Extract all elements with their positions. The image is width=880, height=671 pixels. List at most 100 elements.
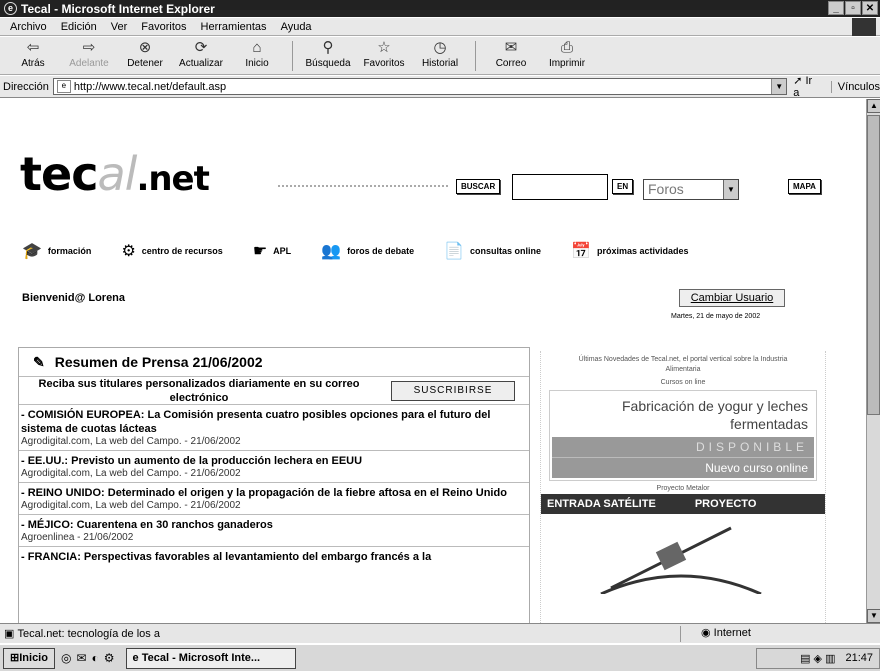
newspaper-icon: ✎ (33, 353, 45, 370)
course-title: Fabricación de yogur y leches fermentada… (622, 398, 808, 432)
nav-proximas[interactable]: 📅 próximas actividades (571, 241, 688, 261)
taskbar-item-ie[interactable]: e Tecal - Microsoft Inte... (125, 647, 296, 669)
stop-icon: ⊗ (138, 39, 152, 56)
status-text: Tecal.net: tecnología de los a (17, 627, 160, 640)
document-icon: 📄 (444, 243, 465, 260)
news-headline[interactable]: - FRANCIA: Perspectivas favorables al le… (21, 550, 527, 564)
address-label: Dirección (3, 80, 49, 93)
page-icon: e (56, 80, 71, 93)
menu-favoritos[interactable]: Favoritos (141, 21, 186, 33)
toolbar-separator (292, 41, 293, 71)
en-button[interactable]: EN (612, 179, 634, 194)
news-item[interactable]: - MÉJICO: Cuarentena en 30 ranchos ganad… (19, 514, 529, 546)
search-icon: ⚲ (322, 39, 334, 56)
news-source: Agrodigital.com, La web del Campo. - 21/… (21, 436, 241, 447)
forward-button[interactable]: ⇨ Adelante (64, 38, 114, 74)
menu-ayuda[interactable]: Ayuda (281, 21, 312, 33)
taskbar: ⊞Inicio ◎✉◐⚙ e Tecal - Microsoft Inte...… (0, 644, 880, 671)
news-headline[interactable]: - EE.UU.: Previsto un aumento de la prod… (21, 454, 527, 468)
links-button[interactable]: Vínculos (830, 80, 880, 93)
minimize-button[interactable]: _ (828, 1, 844, 15)
quick-launch[interactable]: ◎✉◐⚙ (61, 651, 120, 665)
news-headline[interactable]: - COMISIÓN EUROPEA: La Comisión presenta… (21, 408, 527, 436)
back-button[interactable]: ⇦ Atrás (8, 38, 58, 74)
nav-foros[interactable]: 👥 foros de debate (321, 241, 414, 261)
new-course-label: Nuevo curso online (552, 457, 814, 478)
address-input[interactable]: e http://www.tecal.net/default.asp ▼ (52, 78, 788, 95)
back-label: Atrás (21, 58, 45, 69)
entrada-label: ENTRADA SATÉLITE (547, 498, 656, 510)
course-banner[interactable]: Fabricación de yogur y leches fermentada… (549, 390, 817, 481)
nav-apl[interactable]: ☛ APL (253, 241, 291, 261)
available-label: DISPONIBLE (552, 437, 814, 457)
buscar-button[interactable]: BUSCAR (456, 179, 501, 194)
nav-centro-recursos[interactable]: ⚙ centro de recursos (121, 241, 222, 261)
task-label: Tecal - Microsoft Inte... (141, 651, 261, 664)
news-headline[interactable]: - MÉJICO: Cuarentena en 30 ranchos ganad… (21, 518, 527, 532)
site-logo[interactable]: tecal.net (20, 149, 210, 204)
history-icon: ◷ (433, 39, 447, 56)
mail-icon: ✉ (504, 39, 518, 56)
search-button[interactable]: ⚲ Búsqueda (303, 38, 353, 74)
mail-button[interactable]: ✉ Correo (486, 38, 536, 74)
scroll-down-icon[interactable]: ▼ (867, 609, 880, 623)
nav-consultas[interactable]: 📄 consultas online (444, 241, 541, 261)
menu-ver[interactable]: Ver (111, 21, 128, 33)
graduation-cap-icon: 🎓 (22, 243, 42, 260)
search-label: Búsqueda (305, 58, 351, 69)
change-user-button[interactable]: Cambiar Usuario (679, 289, 785, 307)
toolbar-separator (475, 41, 476, 71)
close-button[interactable]: ✕ (862, 1, 878, 15)
maximize-button[interactable]: ▫ (845, 1, 861, 15)
page-content: tecal.net BUSCAR EN Foros ▼ MAPA 🎓 formac… (0, 99, 866, 623)
satellite-image[interactable] (541, 514, 825, 594)
menu-edicion[interactable]: Edición (61, 21, 97, 33)
hand-icon: ☛ (252, 243, 268, 260)
menu-herramientas[interactable]: Herramientas (201, 21, 267, 33)
foros-select[interactable]: Foros ▼ (643, 179, 739, 200)
chevron-down-icon[interactable]: ▼ (723, 180, 738, 199)
news-item[interactable]: - COMISIÓN EUROPEA: La Comisión presenta… (19, 404, 529, 450)
news-item[interactable]: - EE.UU.: Previsto un aumento de la prod… (19, 450, 529, 482)
news-headline[interactable]: - REINO UNIDO: Determinado el origen y l… (21, 486, 527, 500)
sidebar-intro: Últimas Novedades de Tecal.net, el porta… (578, 356, 788, 373)
project-banner[interactable]: ENTRADA SATÉLITE PROYECTO (541, 494, 825, 514)
menubar: Archivo Edición Ver Favoritos Herramient… (0, 18, 880, 36)
security-zone: ◉ Internet (680, 626, 880, 642)
go-button[interactable]: ➚ Ir a (793, 74, 821, 99)
site-search-input[interactable] (512, 174, 608, 200)
ie-logo-icon: e (4, 2, 17, 15)
scroll-thumb[interactable] (867, 115, 880, 415)
stop-label: Detener (127, 58, 163, 69)
print-button[interactable]: ⎙ Imprimir (542, 38, 592, 74)
vertical-scrollbar[interactable]: ▲ ▼ (866, 99, 880, 623)
subscribe-button[interactable]: SUSCRIBIRSE (391, 380, 515, 401)
start-button[interactable]: ⊞Inicio (3, 647, 55, 669)
print-label: Imprimir (548, 58, 586, 69)
chevron-down-icon[interactable]: ▼ (771, 79, 787, 94)
nav-label: formación (47, 246, 92, 256)
history-label: Historial (421, 58, 459, 69)
news-item[interactable]: - REINO UNIDO: Determinado el origen y l… (19, 482, 529, 514)
satellite-icon (600, 526, 762, 594)
stop-button[interactable]: ⊗ Detener (120, 38, 170, 74)
home-button[interactable]: ⌂ Inicio (232, 38, 282, 74)
nav-label: próximas actividades (596, 246, 689, 256)
tray-icons[interactable]: ▤ ◈ ▥ (800, 652, 835, 665)
address-url: http://www.tecal.net/default.asp (73, 80, 227, 93)
window-controls: _ ▫ ✕ (828, 1, 878, 15)
nav-formacion[interactable]: 🎓 formación (22, 241, 91, 261)
address-bar: Dirección e http://www.tecal.net/default… (0, 74, 880, 99)
windows-logo-icon: ⊞ (10, 651, 20, 664)
history-button[interactable]: ◷ Historial (415, 38, 465, 74)
news-item[interactable]: - FRANCIA: Perspectivas favorables al le… (19, 546, 529, 567)
mapa-button[interactable]: MAPA (788, 179, 821, 194)
refresh-button[interactable]: ⟳ Actualizar (176, 38, 226, 74)
nav-label: consultas online (470, 246, 542, 256)
scroll-up-icon[interactable]: ▲ (867, 99, 880, 113)
globe-icon: ◉ (701, 627, 714, 639)
window-titlebar: e Tecal - Microsoft Internet Explorer _ … (0, 0, 880, 17)
menu-archivo[interactable]: Archivo (10, 21, 47, 33)
press-title: Resumen de Prensa 21/06/2002 (54, 354, 263, 370)
favorites-button[interactable]: ☆ Favoritos (359, 38, 409, 74)
